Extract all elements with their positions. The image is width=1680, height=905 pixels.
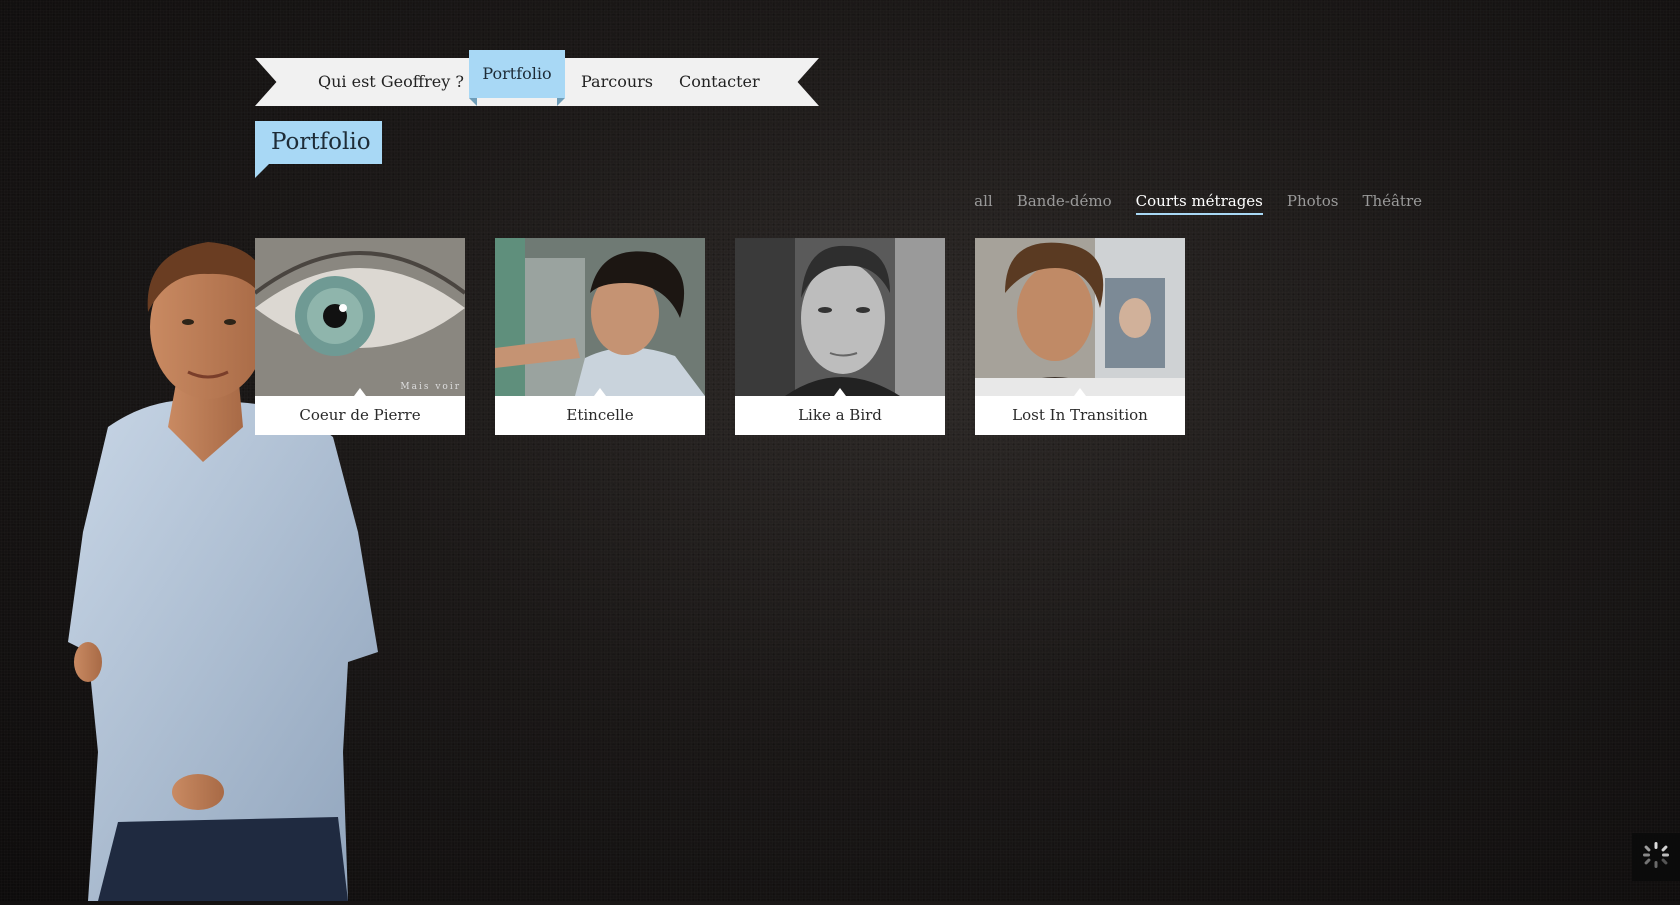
loading-spinner	[1632, 833, 1680, 881]
category-filters: all Bande-démo Courts métrages Photos Th…	[974, 192, 1422, 215]
nav-item-parcours[interactable]: Parcours	[581, 58, 653, 106]
filter-theatre[interactable]: Théâtre	[1362, 192, 1422, 215]
nav-item-portfolio[interactable]: Portfolio	[469, 50, 565, 106]
card-title: Like a Bird	[798, 406, 882, 424]
card-thumbnail	[735, 238, 945, 396]
caption-notch	[1074, 388, 1086, 396]
portfolio-card-lost-in-transition[interactable]: Lost In Transition	[975, 238, 1185, 435]
card-thumbnail	[975, 238, 1185, 396]
filter-bande-demo[interactable]: Bande-démo	[1017, 192, 1112, 215]
caption-notch	[834, 388, 846, 396]
portfolio-card-etincelle[interactable]: Etincelle	[495, 238, 705, 435]
filter-photos[interactable]: Photos	[1287, 192, 1339, 215]
filter-all[interactable]: all	[974, 192, 993, 215]
card-title: Lost In Transition	[1012, 406, 1148, 424]
card-title: Coeur de Pierre	[299, 406, 421, 424]
card-thumbnail: Mais voir	[255, 238, 465, 396]
card-thumbnail	[495, 238, 705, 396]
filter-courts-metrages[interactable]: Courts métrages	[1135, 192, 1263, 215]
caption-notch	[594, 388, 606, 396]
nav-item-contacter[interactable]: Contacter	[679, 58, 760, 106]
thumbnail-overlay-text: Mais voir	[400, 382, 461, 392]
portfolio-card-coeur-de-pierre[interactable]: Mais voir Coeur de Pierre	[255, 238, 465, 435]
loading-spinner-icon	[1641, 840, 1671, 874]
caption-notch	[354, 388, 366, 396]
nav-item-qui-est-geoffrey[interactable]: Qui est Geoffrey ?	[318, 58, 464, 106]
portfolio-card-like-a-bird[interactable]: Like a Bird	[735, 238, 945, 435]
card-title: Etincelle	[566, 406, 634, 424]
page-title: Portfolio	[255, 121, 382, 178]
main-nav: Qui est Geoffrey ? Portfolio Parcours Co…	[255, 50, 819, 106]
